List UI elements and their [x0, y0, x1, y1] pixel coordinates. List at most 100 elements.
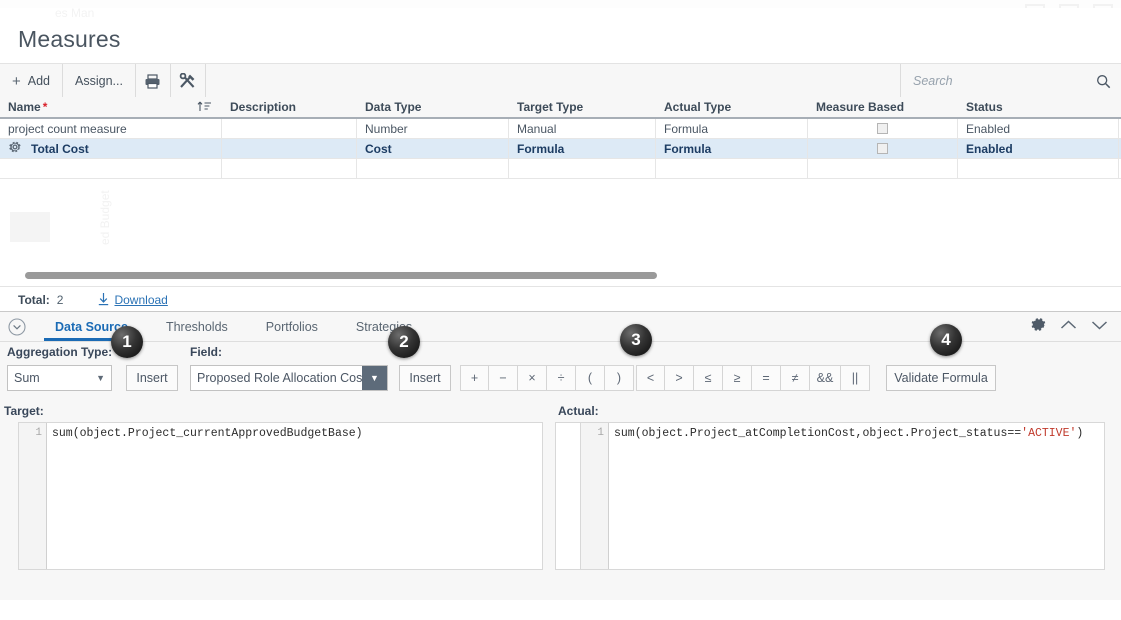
cell-empty — [0, 159, 222, 178]
column-header-name[interactable]: Name * — [0, 97, 222, 117]
column-header-status[interactable]: Status — [958, 97, 1119, 117]
column-header-name-label: Name — [8, 100, 41, 114]
operator-greater-equal-button[interactable]: ≥ — [723, 365, 752, 391]
operator-greater-than-button[interactable]: > — [665, 365, 694, 391]
actual-line-number: 1 — [597, 427, 604, 439]
add-button-label: Add — [27, 74, 51, 88]
cell-data-type: Cost — [357, 139, 509, 158]
table-row[interactable]: project count measure Number Manual Form… — [0, 119, 1121, 139]
field-select[interactable]: Proposed Role Allocation Cost ▼ — [190, 365, 388, 391]
operator-or-button[interactable]: || — [841, 365, 870, 391]
operator-and-button[interactable]: && — [810, 365, 841, 391]
cell-empty — [222, 159, 357, 178]
logic-operator-group: < > ≤ ≥ = ≠ && || — [636, 365, 870, 391]
download-link[interactable]: Download — [98, 292, 168, 307]
gear-icon[interactable] — [1030, 316, 1047, 333]
chevron-down-icon: ▼ — [96, 373, 105, 383]
operator-not-equal-button[interactable]: ≠ — [781, 365, 810, 391]
operator-minus-button[interactable]: − — [489, 365, 518, 391]
field-dropdown-button[interactable]: ▼ — [362, 366, 387, 390]
annotation-badge-4: 4 — [930, 324, 962, 356]
insert-field-button[interactable]: Insert — [399, 365, 451, 391]
chevron-down-icon: ▼ — [370, 373, 379, 383]
validate-formula-button[interactable]: Validate Formula — [886, 365, 996, 391]
cell-actual-type: Formula — [656, 119, 808, 138]
chevron-circle-icon[interactable] — [8, 317, 26, 336]
operator-multiply-button[interactable]: × — [518, 365, 547, 391]
horizontal-scrollbar-thumb[interactable] — [25, 272, 657, 279]
column-header-target-type[interactable]: Target Type — [509, 97, 656, 117]
annotation-badge-1: 1 — [111, 326, 143, 358]
tab-portfolios[interactable]: Portfolios — [247, 312, 337, 341]
cell-empty — [357, 159, 509, 178]
page-title: Measures — [18, 26, 121, 52]
formula-controls-row: Sum ▼ Insert Proposed Role Allocation Co… — [0, 365, 1121, 393]
column-header-measure-based[interactable]: Measure Based — [808, 97, 958, 117]
cell-empty — [958, 159, 1119, 178]
target-editor-code[interactable]: sum(object.Project_currentApprovedBudget… — [47, 423, 542, 569]
row-name-label: Total Cost — [31, 141, 89, 156]
column-header-data-type[interactable]: Data Type — [357, 97, 509, 117]
search-box[interactable] — [901, 64, 1121, 98]
operator-close-paren-button[interactable]: ) — [605, 365, 634, 391]
actual-editor-outer-strip — [555, 422, 580, 570]
cell-description — [222, 139, 357, 158]
add-button[interactable]: + Add — [0, 64, 64, 98]
required-asterisk: * — [42, 100, 48, 114]
search-input[interactable] — [911, 73, 1090, 89]
column-header-actual-type[interactable]: Actual Type — [656, 97, 808, 117]
operator-divide-button[interactable]: ÷ — [547, 365, 576, 391]
operator-less-equal-button[interactable]: ≤ — [694, 365, 723, 391]
tools-icon — [180, 73, 195, 88]
ghost-artifact-box — [10, 212, 50, 242]
assign-button[interactable]: Assign... — [63, 64, 136, 98]
chevron-up-icon[interactable] — [1059, 318, 1078, 332]
actual-code-string-literal: 'ACTIVE' — [1021, 427, 1077, 440]
annotation-badge-3: 3 — [620, 324, 652, 356]
target-label: Target: — [4, 404, 44, 418]
cell-status: Enabled — [958, 119, 1119, 138]
print-button[interactable] — [135, 64, 171, 98]
actual-label: Actual: — [558, 404, 599, 418]
aggregation-type-value: Sum — [14, 371, 40, 385]
actual-editor-gutter: 1 — [581, 423, 609, 569]
sort-ascending-icon[interactable] — [197, 100, 212, 116]
field-label: Field: — [190, 345, 222, 359]
tab-thresholds[interactable]: Thresholds — [147, 312, 247, 341]
search-icon[interactable] — [1096, 74, 1111, 89]
measure-based-checkbox[interactable] — [877, 143, 888, 154]
tab-thresholds-label: Thresholds — [165, 319, 228, 334]
panel-right-controls — [1030, 316, 1109, 333]
operator-equals-button[interactable]: = — [752, 365, 781, 391]
row-name-label: project count measure — [8, 121, 127, 136]
target-formula-editor[interactable]: 1 sum(object.Project_currentApprovedBudg… — [18, 422, 543, 570]
chevron-down-icon[interactable] — [1090, 318, 1109, 332]
math-operator-group: + − × ÷ ( ) — [460, 365, 634, 391]
download-label: Download — [114, 292, 168, 307]
tools-button[interactable] — [170, 64, 206, 98]
gear-icon[interactable] — [8, 140, 24, 157]
cell-measure-based — [808, 119, 958, 138]
cell-description — [222, 119, 357, 138]
table-row[interactable]: Total Cost Cost Formula Formula Enabled — [0, 139, 1121, 159]
measure-based-checkbox[interactable] — [877, 123, 888, 134]
footer — [0, 600, 1121, 620]
total-label: Total: — [18, 292, 50, 307]
ghost-tab-label: es Man — [55, 6, 95, 20]
cell-target-type: Formula — [509, 139, 656, 158]
insert-aggregation-button[interactable]: Insert — [126, 365, 178, 391]
actual-editor-code[interactable]: sum(object.Project_atCompletionCost,obje… — [609, 423, 1104, 569]
tab-portfolios-label: Portfolios — [265, 319, 318, 334]
annotation-badge-2: 2 — [388, 326, 420, 358]
download-icon — [99, 293, 109, 306]
actual-formula-editor[interactable]: 1 sum(object.Project_atCompletionCost,ob… — [580, 422, 1105, 570]
operator-less-than-button[interactable]: < — [636, 365, 665, 391]
column-header-description[interactable]: Description — [222, 97, 357, 117]
assign-button-label: Assign... — [75, 74, 123, 88]
operator-open-paren-button[interactable]: ( — [576, 365, 605, 391]
toolbar: + Add Assign... — [0, 63, 1121, 99]
toolbar-spacer — [206, 64, 901, 98]
aggregation-type-select[interactable]: Sum ▼ — [7, 365, 112, 391]
operator-plus-button[interactable]: + — [460, 365, 489, 391]
cell-name: Total Cost — [0, 139, 222, 158]
